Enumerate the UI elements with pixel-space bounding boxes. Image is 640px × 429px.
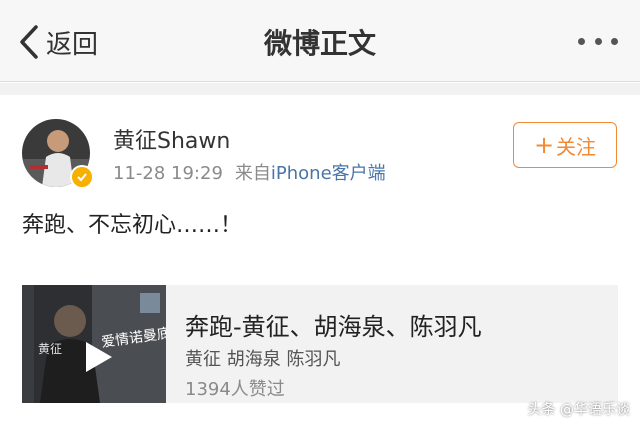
more-dot-icon xyxy=(611,37,618,45)
song-artists: 黄征 胡海泉 陈羽凡 xyxy=(185,349,341,370)
source-prefix: 来自 xyxy=(234,163,271,184)
more-dot-icon xyxy=(578,37,585,45)
post-meta: 11-28 19:29 来自iPhone客户端 xyxy=(113,159,386,185)
section-divider xyxy=(0,83,640,95)
post-time: 11-28 19:29 xyxy=(113,163,223,184)
album-cover: 黄征 爱情诺曼底 xyxy=(22,285,166,403)
post-text: 奔跑、不忘初心……！ xyxy=(22,213,243,238)
more-dot-icon xyxy=(594,37,602,45)
likes-count: 1394人赞过 xyxy=(185,379,285,400)
top-nav-bar: 返回 微博正文 xyxy=(0,0,640,82)
follow-button[interactable]: + 关注 xyxy=(513,122,617,168)
music-card[interactable]: 黄征 爱情诺曼底 奔跑-黄征、胡海泉、陈羽凡 黄征 胡海泉 陈羽凡 1394人赞… xyxy=(22,285,618,403)
follow-label: 关注 xyxy=(556,134,597,159)
more-options-button[interactable] xyxy=(578,30,618,52)
username[interactable]: 黄征Shawn xyxy=(113,123,230,155)
watermark: 头条 @华语乐谈 xyxy=(527,402,630,418)
source-link[interactable]: iPhone客户端 xyxy=(271,163,386,184)
page-title: 微博正文 xyxy=(263,27,376,60)
verified-badge-icon xyxy=(70,165,94,189)
post-card: 黄征Shawn 11-28 19:29 来自iPhone客户端 + 关注 奔跑、不… xyxy=(0,95,640,429)
plus-icon: + xyxy=(533,131,555,159)
cover-artist-text: 黄征 xyxy=(38,342,62,356)
song-title: 奔跑-黄征、胡海泉、陈羽凡 xyxy=(185,313,482,341)
play-icon[interactable] xyxy=(80,339,116,375)
